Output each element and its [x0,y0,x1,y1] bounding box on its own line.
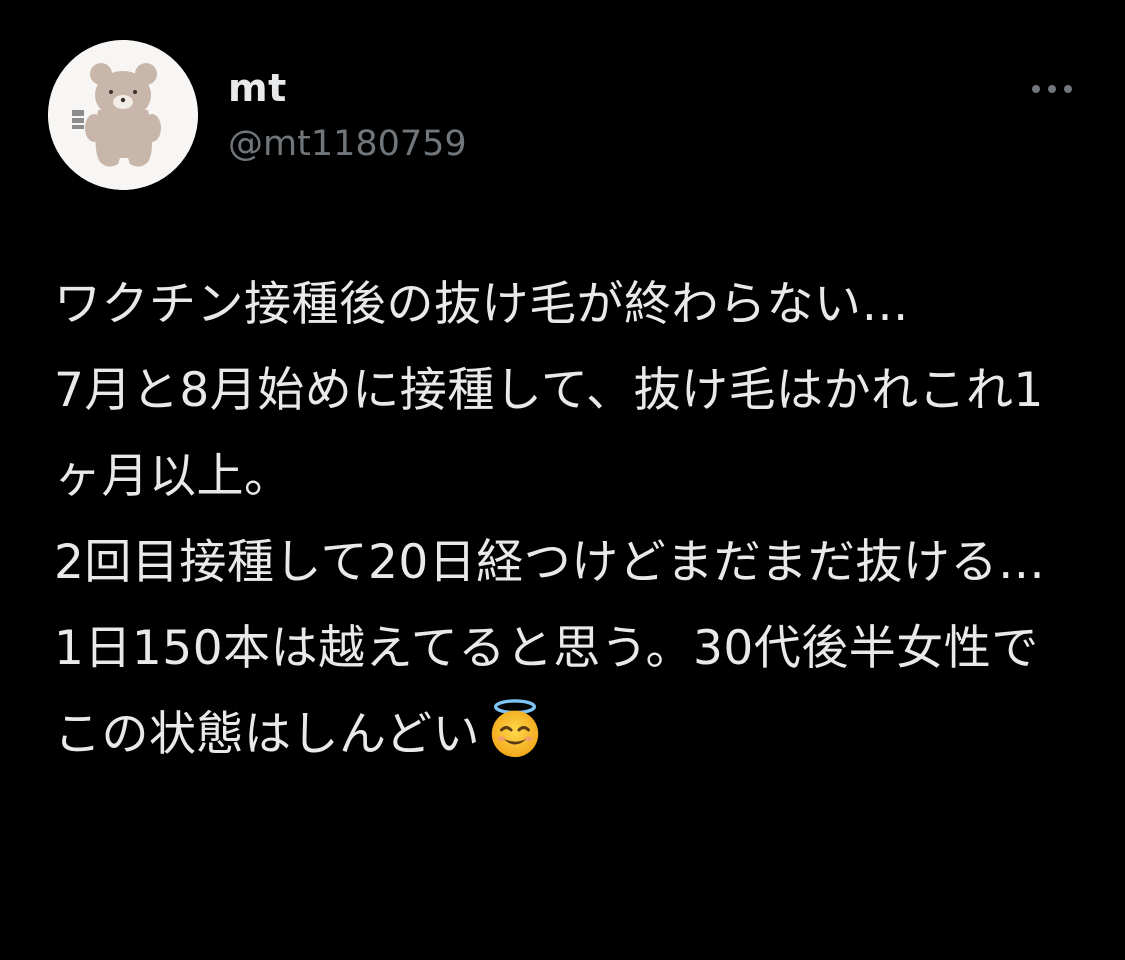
more-options-button[interactable] [1024,72,1080,106]
tweet-text: ワクチン接種後の抜け毛が終わらない… 7月と8月始めに接種して、抜け毛はかれこれ… [54,262,1064,778]
bear-avatar-icon [48,40,198,190]
tweet-card: mt @mt1180759 ワクチン接種後の抜け毛が終わらない… 7月と8月始め… [0,0,1125,960]
smiling-face-with-halo-icon [484,698,546,760]
author-handle[interactable]: @mt1180759 [228,124,467,164]
author-avatar[interactable] [48,40,198,190]
author-display-name[interactable]: mt [228,66,287,110]
tweet-text-body: ワクチン接種後の抜け毛が終わらない… 7月と8月始めに接種して、抜け毛はかれこれ… [54,277,1046,762]
more-options-icon [1032,85,1072,93]
